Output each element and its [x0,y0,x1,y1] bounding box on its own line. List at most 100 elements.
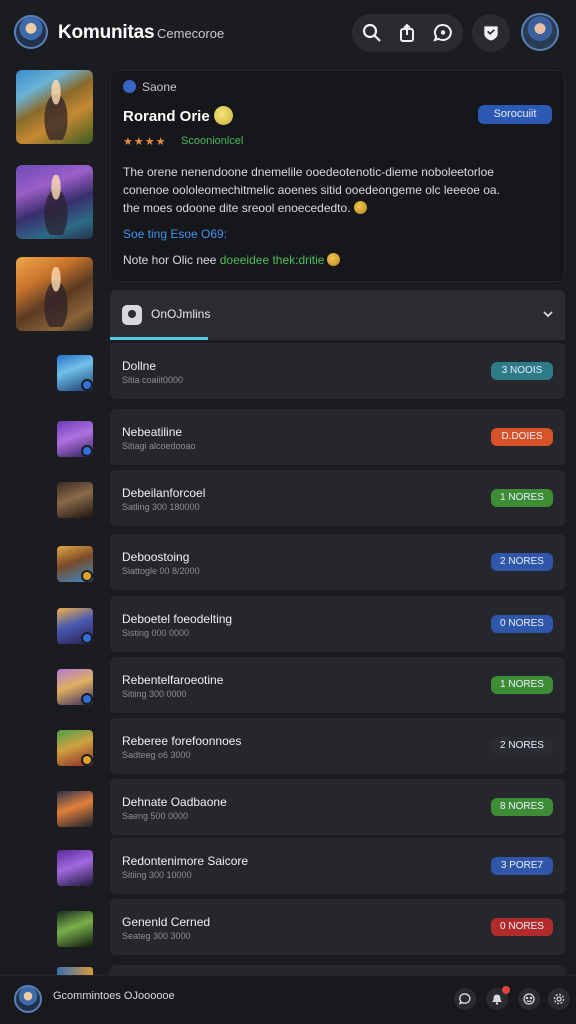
item-name: Redontenimore Saicore [122,854,249,868]
status-pill[interactable]: 0 NORES [491,918,553,936]
chevron-down-icon[interactable] [541,307,555,321]
emoji-button[interactable] [518,988,540,1010]
hero-figure [38,175,74,235]
game-icon [57,669,93,705]
notification-button[interactable] [486,986,510,1010]
list-item-card[interactable]: Dehnate Oadbaone Saeng 500 0000 8 NORES [110,779,565,835]
status-pill[interactable]: 0 NORES [491,615,553,633]
status-pill[interactable]: 2 NORES [491,737,553,755]
coin-icon [353,201,367,214]
item-meta: Siattogle 00 8/2000 [122,566,200,576]
list-item[interactable]: Deboetel foeodelting Sisting 000 0000 0 NO… [0,596,576,652]
toolbar [352,14,463,52]
status-pill[interactable]: 3 NOOIS [491,362,553,380]
chat-button[interactable] [454,988,476,1010]
item-name: Deboetel foeodelting [122,612,233,626]
share-button[interactable] [395,21,419,45]
list-item-card[interactable]: Genenld Cerned Seateg 300 3000 0 NORES [110,899,565,955]
search-button[interactable] [360,21,384,45]
status-pill[interactable]: 1 NORES [491,489,553,507]
section-active-indicator [110,337,208,340]
status-badge-icon [81,379,93,391]
section-header[interactable]: OnOJmlins [110,290,565,340]
game-icon [57,791,93,827]
camera-icon [122,305,142,325]
item-name: Dollne [122,359,157,373]
list-item-card[interactable]: Redontenimore Saicore Sitiing 300 10000 3 … [110,838,565,894]
list-item[interactable]: Nebeatiline Sitiagi alcoedooao D.DOIES [0,409,576,465]
tag-dot-icon [123,80,136,93]
page-title: Komunitas [58,22,155,43]
feature-description: The orene nenendoone dnemelile ooedeoten… [123,165,500,215]
search-icon [362,23,381,42]
list-item-card[interactable]: Deboostoing Siattogle 00 8/2000 2 NORES [110,534,565,590]
bottom-bar: Gcommintoes OJoooooe [0,975,576,1024]
list-item[interactable]: Reberee forefoonnoes Sadteeg o6 3000 2 NOR… [0,718,576,774]
status-badge-icon [81,445,93,457]
game-icon [57,608,93,644]
item-meta: Seateg 300 3000 [122,931,191,941]
feature-note: Note hor Olic nee doeeidee thek:dritie [123,253,341,267]
page-subtitle: Cemecoroe [157,26,225,41]
featured-card[interactable]: Saone Rorand Orie Sorocuiit ★★★★ Scoonio… [110,70,565,282]
list-item[interactable]: Debeilanforcoel Satling 300 180000 1 NORES [0,470,576,526]
item-meta: Sadteeg o6 3000 [122,750,191,760]
list-item-card[interactable]: Nebeatiline Sitiagi alcoedooao D.DOIES [110,409,565,465]
status-pill[interactable]: 3 PORE7 [491,857,553,875]
feature-title: Rorand Orie [123,106,233,125]
feature-link[interactable]: Soe ting Esoe O69: [123,227,227,241]
game-thumbnail-1[interactable] [16,70,93,144]
status-pill[interactable]: 2 NORES [491,553,553,571]
list-item[interactable]: Deboostoing Siattogle 00 8/2000 2 NORES [0,534,576,590]
game-icon [57,482,93,518]
emoji-icon [213,106,233,125]
list-item[interactable]: Dollne Sitia coaiit0000 3 NOOIS [0,343,576,399]
item-name: Reberee forefoonnoes [122,734,242,748]
chat-icon [458,993,471,1005]
list-item[interactable]: Redontenimore Saicore Sitiing 300 10000 3 … [0,838,576,894]
game-thumbnail-3[interactable] [16,257,93,331]
user-avatar[interactable] [14,985,42,1013]
status-pill[interactable]: D.DOIES [491,428,553,446]
game-icon [57,850,93,886]
profile-avatar[interactable] [521,13,559,51]
feature-action-button[interactable]: Sorocuiit [478,105,552,124]
status-badge-icon [81,570,93,582]
chat-button[interactable] [431,21,455,45]
hero-figure [38,267,74,327]
item-meta: Satling 300 180000 [122,502,200,512]
rating-stars: ★★★★ [123,136,167,148]
top-bar: Komunitas Cemecoroe [0,0,576,66]
rating-label: Scoonionlcel [181,135,244,147]
status-pill[interactable]: 8 NORES [491,798,553,816]
item-meta: Sitia coaiit0000 [122,375,184,385]
item-name: Nebeatiline [122,425,183,439]
emoji-icon [523,993,535,1005]
list-item-card[interactable]: Rebentelfaroeotine Sitiing 300 0000 1 NORE… [110,657,565,713]
settings-button[interactable] [548,988,570,1010]
chat-icon [433,24,452,42]
feature-tag: Saone [123,80,177,94]
list-item-card[interactable]: Dollne Sitia coaiit0000 3 NOOIS [110,343,565,399]
share-icon [400,23,414,42]
status-badge-icon [81,693,93,705]
game-icon [57,546,93,582]
list-item-card[interactable]: Reberee forefoonnoes Sadteeg o6 3000 2 NOR… [110,718,565,774]
game-thumbnail-2[interactable] [16,165,93,239]
status-text: Gcommintoes OJoooooe [53,990,175,1002]
status-badge-icon [81,632,93,644]
game-icon [57,355,93,391]
list-item[interactable]: Rebentelfaroeotine Sitiing 300 0000 1 NORE… [0,657,576,713]
list-item[interactable]: Dehnate Oadbaone Saeng 500 0000 8 NORES [0,779,576,835]
list-item[interactable]: Genenld Cerned Seateg 300 3000 0 NORES [0,899,576,955]
status-pill[interactable]: 1 NORES [491,676,553,694]
user-avatar[interactable] [14,15,48,49]
item-meta: Sitiagi alcoedooao [122,441,196,451]
list-item-card[interactable]: Deboetel foeodelting Sisting 000 0000 0 NO… [110,596,565,652]
list-item-card[interactable]: Debeilanforcoel Satling 300 180000 1 NORES [110,470,565,526]
section-title: OnOJmlins [151,307,211,321]
notification-badge [502,986,510,994]
item-name: Genenld Cerned [122,915,211,929]
item-meta: Sitiing 300 10000 [122,870,192,880]
shield-button[interactable] [472,14,510,52]
